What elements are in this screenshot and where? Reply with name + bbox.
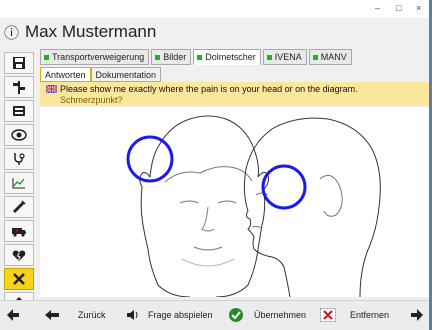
broken-heart-icon [12, 250, 26, 261]
pain-marker-profile [261, 164, 307, 210]
status-dot [155, 54, 161, 60]
head-front-view [139, 115, 269, 298]
play-question-button[interactable]: Frage abspielen [126, 305, 213, 325]
save-icon [13, 57, 25, 69]
sidebar [0, 50, 36, 329]
delete-icon [320, 308, 336, 322]
sub-tabs: Antworten Dokumentation [40, 67, 162, 82]
status-dot [197, 54, 203, 60]
tab-dokumentation[interactable]: Dokumentation [90, 67, 162, 82]
tab-bilder[interactable]: Bilder [151, 49, 192, 65]
ambulance-icon [12, 228, 26, 237]
uk-flag-icon [46, 85, 57, 93]
back-button[interactable]: Zurück [44, 305, 106, 325]
sidebar-tools-button[interactable] [4, 268, 34, 290]
sidebar-chart-button[interactable] [4, 172, 34, 194]
sidebar-heart-button[interactable] [4, 244, 34, 266]
tools-icon [13, 273, 25, 285]
remove-label: Entfernen [350, 310, 390, 320]
head-diagram[interactable] [40, 107, 429, 298]
speaker-icon [126, 309, 140, 321]
tab-label: IVENA [274, 52, 302, 62]
status-dot [266, 54, 272, 60]
tab-antworten[interactable]: Antworten [40, 67, 91, 82]
minimize-button[interactable]: – [375, 3, 380, 13]
arrow-right-icon [411, 309, 423, 321]
tab-label: MANV [320, 52, 347, 62]
patient-name: Max Mustermann [25, 22, 157, 41]
accept-label: Übernehmen [254, 310, 307, 320]
sidebar-keyboard-button[interactable] [4, 100, 34, 122]
status-dot [312, 54, 318, 60]
status-dot [44, 54, 49, 60]
back-label: Zurück [78, 310, 106, 320]
next-button[interactable] [410, 305, 424, 325]
stethoscope-icon [14, 153, 25, 165]
arrow-left-icon [7, 309, 19, 321]
question-german: Schmerzpunkt? [60, 95, 123, 105]
check-icon [228, 307, 244, 323]
syringe-icon [12, 200, 26, 214]
sidebar-ambulance-button[interactable] [4, 220, 34, 242]
close-button[interactable]: × [416, 3, 421, 13]
tab-transportverweigerung[interactable]: Transportverweigerung [40, 49, 150, 65]
keyboard-icon [13, 106, 25, 116]
accept-button[interactable]: Übernehmen [228, 305, 306, 325]
sidebar-signpost-button[interactable] [4, 76, 34, 98]
signpost-icon [13, 81, 25, 94]
tab-ivena[interactable]: IVENA [262, 49, 307, 65]
remove-button[interactable]: Entfernen [320, 305, 389, 325]
question-english: Please show me exactly where the pain is… [60, 84, 358, 94]
page-title: ⓘ Max Mustermann [4, 20, 156, 44]
sidebar-stethoscope-button[interactable] [4, 148, 34, 170]
head-diagram-svg [126, 115, 381, 298]
tab-label: Bilder [163, 52, 187, 62]
arrow-left-icon [44, 309, 60, 321]
bottom-toolbar: Zurück Frage abspielen Übernehmen Entfer… [0, 300, 429, 330]
info-icon[interactable]: ⓘ [4, 22, 19, 43]
eye-icon [11, 129, 27, 141]
main-tabs: Transportverweigerung Bilder Dolmetscher… [40, 49, 354, 65]
nav-left-button[interactable] [6, 305, 20, 325]
chart-icon [12, 178, 25, 189]
title-bar: – □ × [0, 0, 429, 18]
app-window: – □ × ⓘ Max Mustermann Transportverweige… [0, 0, 429, 330]
tab-label: Transportverweigerung [52, 52, 145, 62]
tab-manv[interactable]: MANV [308, 49, 352, 65]
play-label: Frage abspielen [148, 310, 213, 320]
question-banner: Please show me exactly where the pain is… [40, 82, 429, 106]
tab-label: Dolmetscher [205, 52, 256, 62]
tab-dolmetscher[interactable]: Dolmetscher [193, 49, 261, 65]
maximize-button[interactable]: □ [396, 3, 401, 13]
sidebar-syringe-button[interactable] [4, 196, 34, 218]
sidebar-save-button[interactable] [4, 52, 34, 74]
sidebar-eye-button[interactable] [4, 124, 34, 146]
